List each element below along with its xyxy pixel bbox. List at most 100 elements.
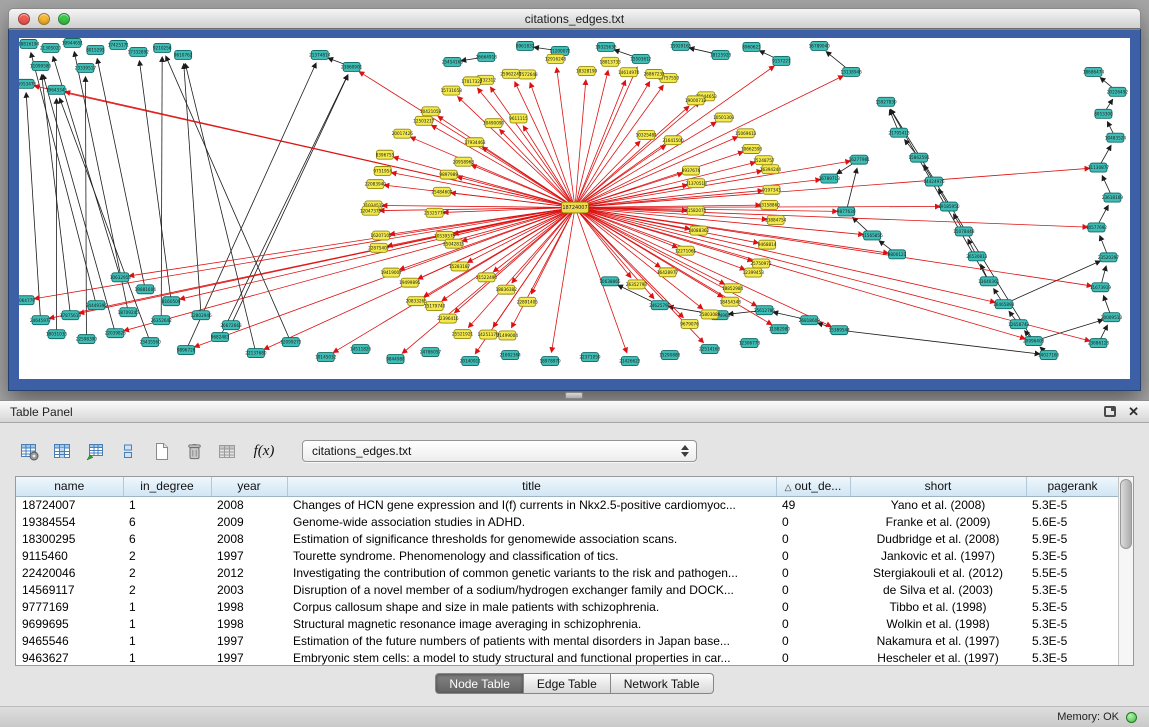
graph-node-yellow[interactable]: 15179740 (424, 302, 446, 311)
column-header-pagerank[interactable]: pagerank (1026, 477, 1119, 496)
graph-node-yellow[interactable]: 8937676 (682, 166, 701, 175)
graph-node-teal[interactable]: 15078448 (953, 227, 975, 236)
table-gear-icon[interactable] (16, 439, 42, 463)
graph-node-teal[interactable]: 21692364 (500, 351, 522, 360)
graph-node-teal[interactable]: 21374814 (309, 50, 331, 59)
import-table-icon[interactable] (82, 439, 108, 463)
graph-node-yellow[interactable]: 22875407 (368, 243, 390, 252)
graph-node-teal[interactable]: 9210256 (153, 43, 172, 52)
graph-node-teal[interactable]: 19325638 (595, 42, 617, 51)
graph-node-yellow[interactable]: 9197343 (762, 185, 781, 194)
graph-node-yellow[interactable]: 16428977 (657, 268, 679, 277)
row-tools-icon[interactable] (115, 439, 141, 463)
column-header-in_degree[interactable]: in_degree (123, 477, 211, 496)
graph-node-teal[interactable]: 18031035 (46, 330, 68, 339)
graph-node-teal[interactable]: 19944651 (62, 38, 84, 47)
graph-node-teal[interactable]: 9800121 (888, 250, 907, 259)
graph-node-teal[interactable]: 21795413 (888, 128, 910, 137)
graph-node-yellow[interactable]: 13158860 (759, 200, 781, 209)
graph-node-teal[interactable]: 8961832 (516, 41, 535, 50)
table-row[interactable]: 1938455462009Genome-wide association stu… (16, 513, 1119, 530)
graph-node-yellow[interactable]: 16394244 (760, 165, 782, 174)
scrollbar-thumb[interactable] (1120, 479, 1132, 549)
graph-node-teal[interactable]: 11565856 (862, 231, 884, 240)
graph-node-teal[interactable]: 8015295 (86, 45, 105, 54)
graph-node-yellow[interactable]: 16207105 (370, 231, 392, 240)
graph-node-yellow[interactable]: 22396416 (437, 314, 459, 323)
graph-node-teal[interactable]: 22598390 (76, 335, 98, 344)
graph-node-teal[interactable]: 15503612 (630, 54, 652, 63)
table-gray-icon[interactable] (214, 439, 240, 463)
graph-node-teal[interactable]: 15862591 (908, 153, 930, 162)
graph-node-yellow[interactable]: 25521921 (452, 330, 474, 339)
graph-node-teal[interactable]: 26818609 (799, 316, 821, 325)
graph-node-yellow[interactable]: 21370518 (686, 179, 708, 188)
graph-node-yellow[interactable]: 12503217 (413, 116, 435, 125)
graph-node-teal[interactable]: 18709245 (118, 308, 140, 317)
graph-node-teal[interactable]: 16789040 (809, 41, 831, 50)
graph-node-teal[interactable]: 13138946 (841, 67, 863, 76)
graph-node-teal[interactable]: 14027166 (1038, 351, 1060, 360)
graph-node-teal[interactable]: 26530813 (966, 252, 988, 261)
graph-node-yellow[interactable]: 18836382 (496, 285, 518, 294)
column-header-year[interactable]: year (211, 477, 287, 496)
graph-node-teal[interactable]: 25612786 (754, 306, 776, 315)
table-row[interactable]: 2242004622012Investigating the contribut… (16, 564, 1119, 581)
graph-node-teal[interactable]: 24449396 (86, 301, 108, 310)
graph-node-teal[interactable]: 26953476 (19, 79, 37, 88)
graph-node-teal[interactable]: 10632953 (110, 273, 132, 282)
graph-node-teal[interactable]: 22039826 (105, 329, 127, 338)
graph-node-yellow[interactable]: 10662593 (741, 145, 763, 154)
graph-node-teal[interactable]: 22371059 (579, 353, 601, 362)
graph-node-yellow[interactable]: 9679076 (680, 319, 699, 328)
new-file-icon[interactable] (148, 439, 174, 463)
graph-node-teal[interactable]: 20140911 (460, 357, 482, 366)
graph-node-yellow[interactable]: 15731658 (441, 86, 463, 95)
graph-node-yellow[interactable]: 19499895 (399, 278, 421, 287)
graph-node-teal[interactable]: 9877630 (837, 207, 856, 216)
graph-node-yellow[interactable]: 21582075 (685, 206, 707, 215)
graph-node-teal[interactable]: 19881604 (135, 285, 157, 294)
graph-node-teal[interactable]: 22514168 (699, 345, 721, 354)
graph-node-teal[interactable]: 21426623 (619, 357, 641, 366)
graph-node-teal[interactable]: 26352642 (151, 316, 173, 325)
graph-node-yellow[interactable]: 21641500 (662, 136, 684, 145)
graph-node-yellow[interactable]: 15283187 (449, 262, 471, 271)
table-selector-dropdown[interactable]: citations_edges.txt (302, 440, 697, 462)
graph-node-yellow[interactable]: 10325481 (636, 130, 658, 139)
graph-node-teal[interactable]: 26664918 (476, 52, 498, 61)
graph-node-yellow[interactable]: 14614970 (618, 68, 640, 77)
graph-node-teal[interactable]: 19185950 (938, 202, 960, 211)
graph-node-yellow[interactable]: 8396755 (376, 150, 395, 159)
graph-node-teal[interactable]: 12099273 (280, 338, 302, 347)
column-header-title[interactable]: title (287, 477, 776, 496)
graph-node-yellow[interactable]: 19000712 (685, 96, 707, 105)
graph-node-teal[interactable]: 10145032 (315, 353, 337, 362)
graph-node-yellow[interactable]: 25750972 (750, 259, 772, 268)
column-chooser-icon[interactable] (49, 439, 75, 463)
graph-node-teal[interactable]: 23520297 (1098, 253, 1120, 262)
graph-node-yellow[interactable]: 22891405 (517, 297, 539, 306)
column-header-short[interactable]: short (850, 477, 1026, 496)
network-canvas[interactable]: 1881619421305020199446518015295174251711… (19, 38, 1130, 379)
graph-node-teal[interactable]: 15929165 (670, 41, 692, 50)
graph-node-teal[interactable]: 9682483 (211, 333, 230, 342)
graph-node-teal[interactable]: 8160509 (162, 297, 181, 306)
graph-node-teal[interactable]: 8053300 (1094, 109, 1113, 118)
graph-node-teal[interactable]: 15290888 (659, 351, 681, 360)
graph-node-teal[interactable]: 20009513 (1101, 313, 1123, 322)
graph-node-yellow[interactable]: 18852984 (722, 284, 744, 293)
close-window-button[interactable] (18, 13, 30, 25)
graph-node-teal[interactable]: 9896726 (177, 346, 196, 355)
graph-node-yellow[interactable]: 21522490 (476, 273, 498, 282)
tab-node-table[interactable]: Node Table (435, 673, 524, 694)
float-panel-icon[interactable] (1104, 406, 1116, 417)
graph-node-teal[interactable]: 18978979 (539, 357, 561, 366)
graph-node-teal[interactable]: 8960623 (742, 42, 761, 51)
graph-node-yellow[interactable]: 9897989 (439, 170, 458, 179)
graph-node-teal[interactable]: 24786057 (420, 348, 442, 357)
graph-node-yellow[interactable]: 21499004 (497, 331, 519, 340)
graph-node-teal[interactable]: 13640361 (978, 277, 1000, 286)
graph-node-yellow[interactable]: 22083940 (365, 180, 387, 189)
graph-node-yellow[interactable]: 12271061 (675, 246, 697, 255)
